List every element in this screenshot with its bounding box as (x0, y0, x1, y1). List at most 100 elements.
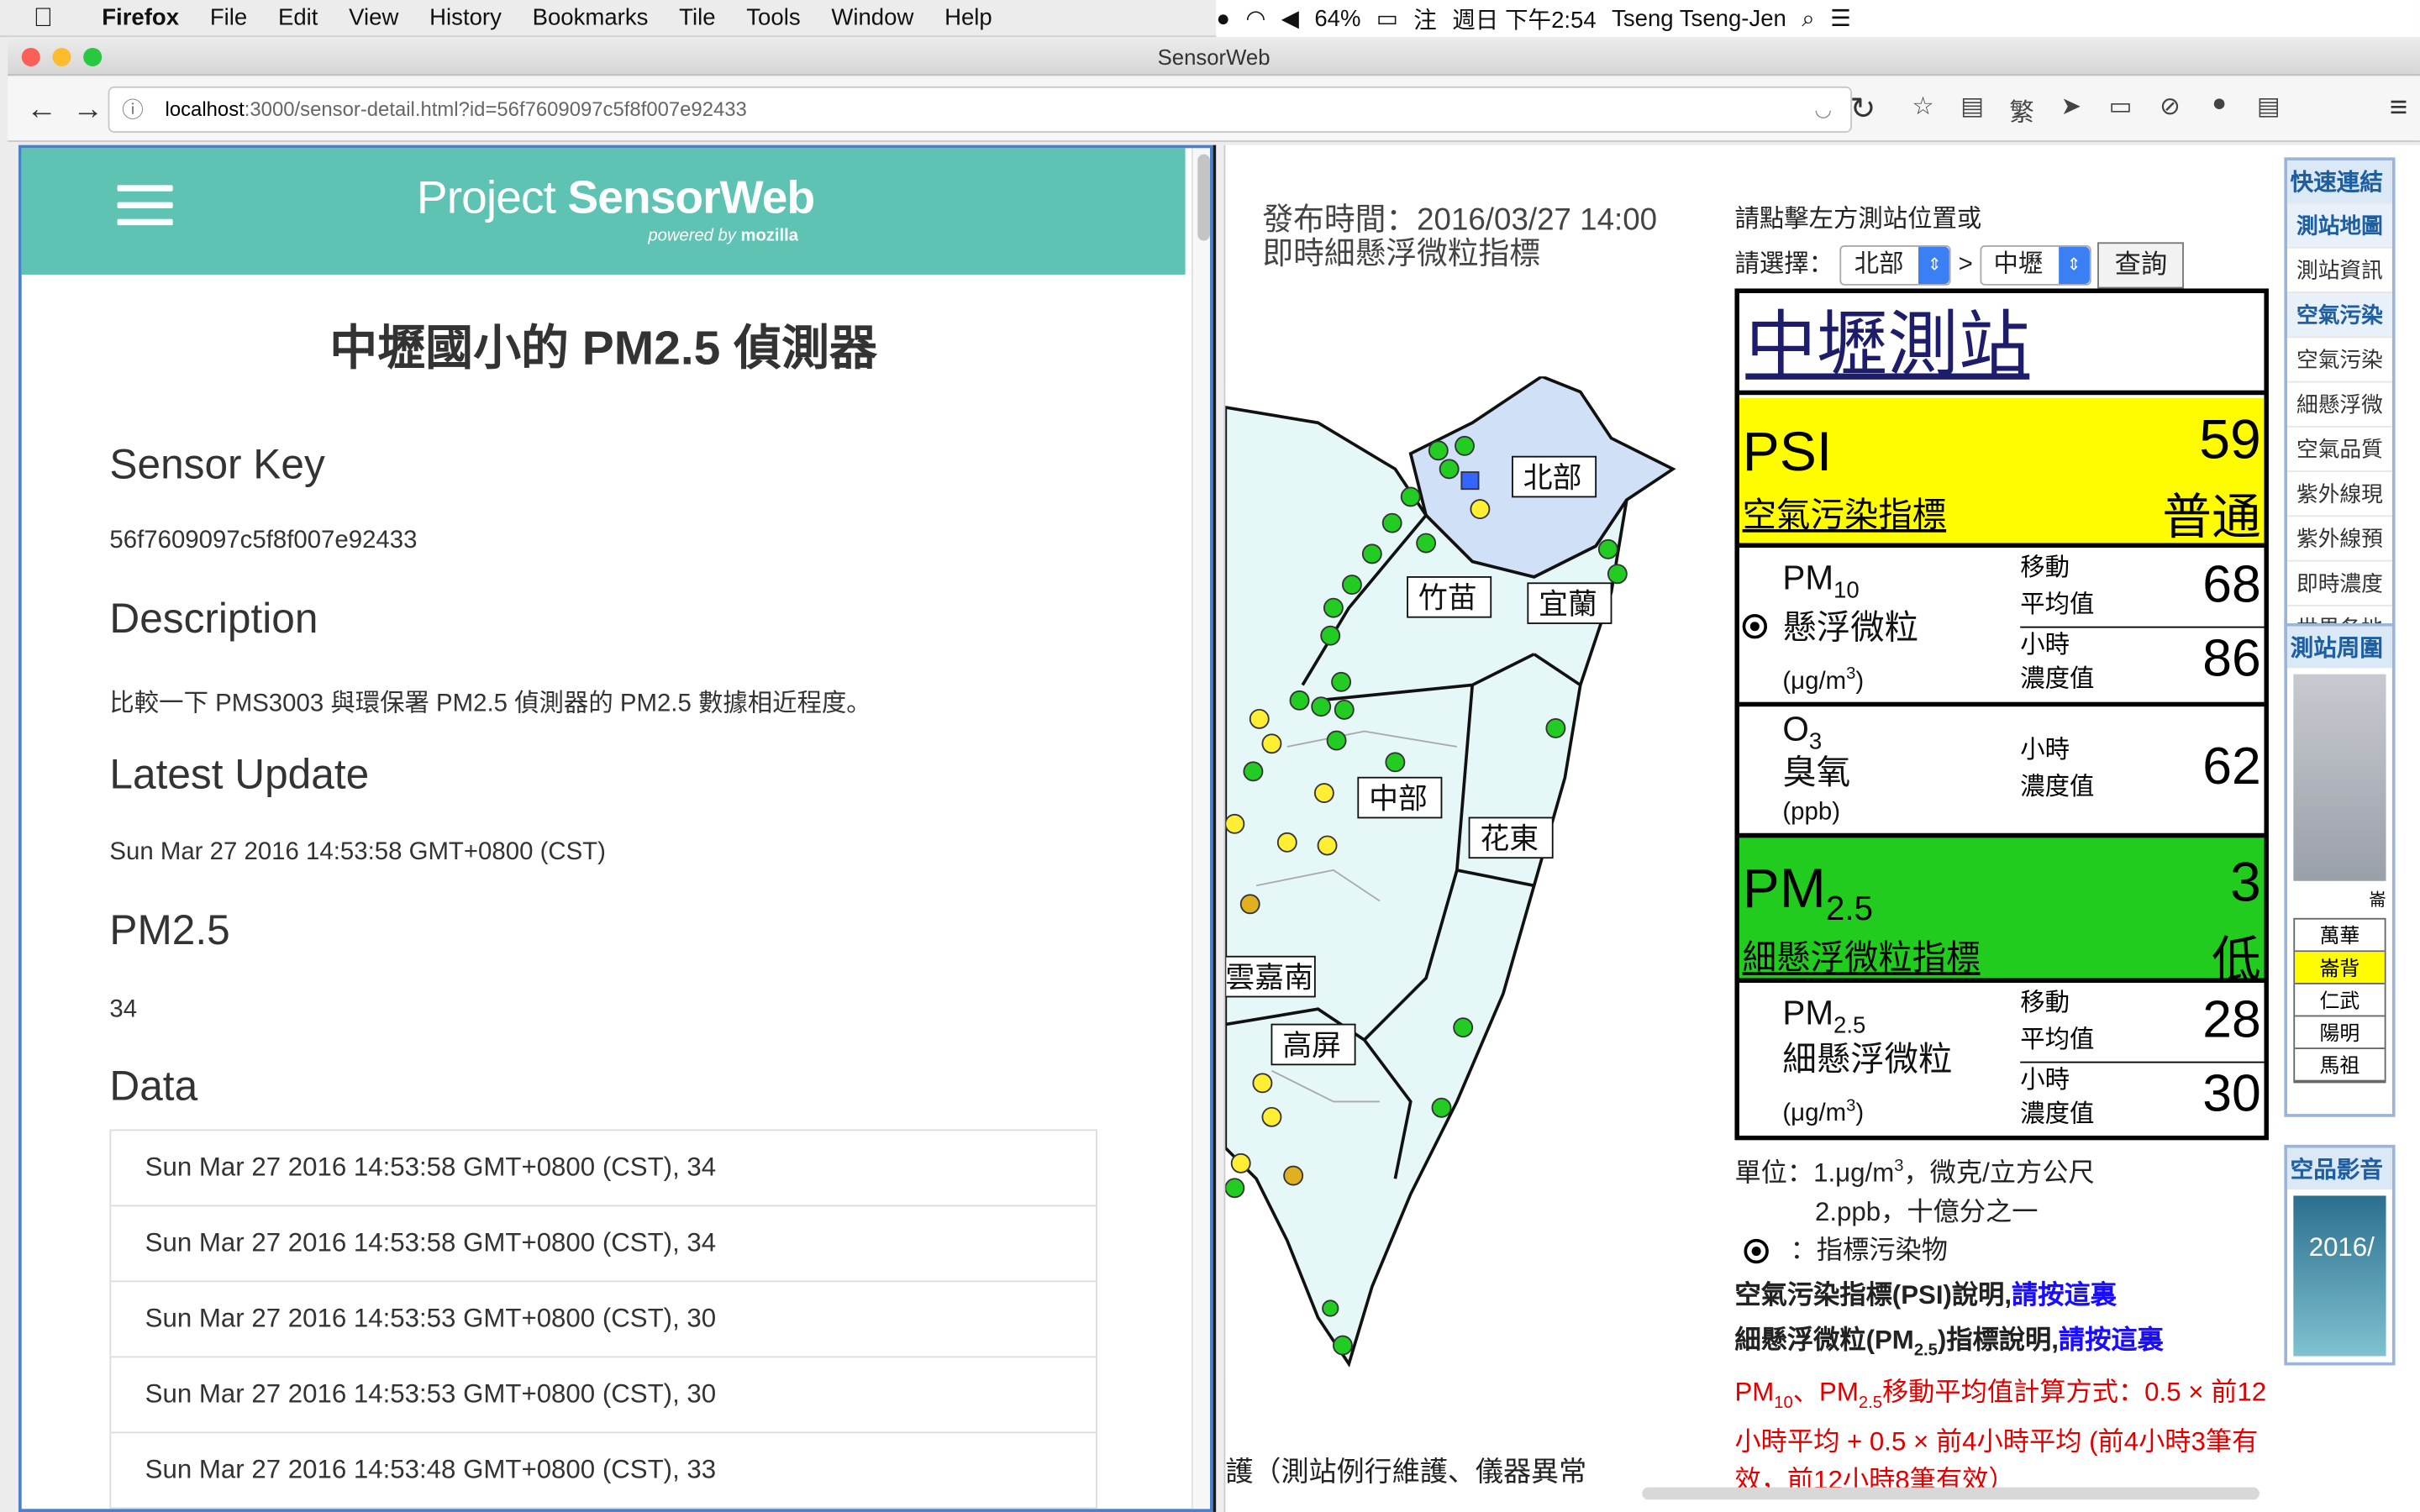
data-row[interactable]: Sun Mar 27 2016 14:53:58 GMT+0800 (CST),… (111, 1131, 1097, 1207)
o3-hour-label-1: 小時 (2020, 737, 2070, 764)
station-cell[interactable]: 萬華 (2295, 920, 2385, 953)
sidebar-item[interactable]: 空氣品質 (2286, 425, 2392, 470)
publish-subtitle: 即時細懸浮微粒指標 (1262, 237, 1541, 272)
pocket-icon[interactable]: ◡ (1814, 88, 1832, 131)
pm10-avg-value: 68 (2202, 555, 2261, 615)
back-button[interactable]: ← (24, 91, 60, 128)
forward-button[interactable]: → (70, 91, 107, 128)
translate-icon[interactable]: 繁 (2005, 91, 2039, 128)
hamburger-menu-icon[interactable] (117, 185, 173, 226)
query-button[interactable]: 查詢 (2097, 242, 2185, 289)
pm10-avg-label-2: 平均值 (2020, 592, 2095, 619)
calc-note: PM10、PM2.5移動平均值計算方式：0.5 × 前12小時平均 + 0.5 … (1734, 1378, 2267, 1496)
region-select[interactable]: 北部 ⇕ (1840, 245, 1952, 286)
browser-menu-icon[interactable]: ≡ (2390, 91, 2407, 126)
pm10-cn: 懸浮微粒 (1782, 607, 1919, 647)
camera-image[interactable] (2293, 674, 2386, 881)
menu-view[interactable]: View (334, 5, 414, 31)
volume-icon[interactable]: ◀ (1281, 5, 1299, 32)
menu-tile[interactable]: Tile (664, 5, 731, 31)
unit-line-1: 單位：1.μg/m3，微克/立方公尺 (1734, 1157, 2095, 1188)
pm25-sublabel-link[interactable]: 細懸浮微粒指標 (1743, 931, 1981, 980)
apple-icon[interactable]:  (0, 3, 87, 34)
sidebar-item[interactable]: 細懸浮微 (2286, 381, 2392, 426)
flag-icon[interactable]: ▭ (2103, 91, 2137, 128)
station-name-link[interactable]: 中壢測站 (1739, 293, 2265, 396)
bookmark-star-icon[interactable]: ☆ (1906, 91, 1939, 128)
choose-hint: 請點擊左方測站位置或 (1734, 207, 1982, 234)
spotlight-icon[interactable]: ⌕ (1802, 5, 1814, 31)
sidebar-item[interactable]: 即時濃度 (2286, 559, 2392, 605)
sidebar-link-map[interactable]: 測站地圖 (2286, 202, 2392, 247)
map-label-yilan: 宜蘭 (1539, 588, 1597, 622)
sidebar-item[interactable]: 紫外線預 (2286, 515, 2392, 559)
station-cell[interactable]: 崙背 (2295, 952, 2385, 984)
data-row[interactable]: Sun Mar 27 2016 14:53:53 GMT+0800 (CST),… (111, 1357, 1097, 1434)
video-thumbnail[interactable]: 2016/ (2293, 1195, 2386, 1357)
sidebar-item[interactable]: 紫外線現 (2286, 470, 2392, 515)
ime-indicator[interactable]: 注 (1413, 3, 1437, 35)
video-box: 空品影音 2016/ (2284, 1144, 2396, 1366)
sidebar-link-info[interactable]: 測站資訊 (2286, 246, 2392, 291)
latest-update-heading: Latest Update (109, 751, 370, 798)
chat-icon[interactable]: ● (2202, 91, 2236, 128)
powered-by: powered by mozilla (648, 226, 799, 246)
menu-history[interactable]: History (414, 5, 517, 31)
horizontal-scrollbar[interactable] (1642, 1487, 2260, 1500)
pm25-avg-label-2: 平均值 (2020, 1027, 2095, 1054)
menu-tools[interactable]: Tools (731, 5, 816, 31)
video-heading: 空品影音 (2286, 1147, 2392, 1190)
pm25-note: 細懸浮微粒(PM2.5)指標說明,請按這裏 (1734, 1325, 2164, 1360)
minimize-window-button[interactable] (52, 47, 71, 66)
station-cell[interactable]: 陽明 (2295, 1016, 2385, 1049)
url-bar[interactable]: ⓘ localhost:3000/sensor-detail.html?id=5… (108, 86, 1853, 133)
pm25b-cn: 細懸浮微粒 (1782, 1039, 1953, 1079)
reload-button[interactable]: ↻ (1844, 91, 1881, 128)
data-row[interactable]: Sun Mar 27 2016 14:53:58 GMT+0800 (CST),… (111, 1206, 1097, 1283)
station-select[interactable]: 中壢 ⇕ (1979, 245, 2091, 286)
map-label-gaoping: 高屏 (1282, 1029, 1341, 1063)
reading-list-icon[interactable]: ▤ (1955, 91, 1989, 128)
sidebar-pollution-heading[interactable]: 空氣污染 (2286, 291, 2392, 337)
left-scrollbar[interactable] (1191, 148, 1210, 1509)
wifi-icon[interactable]: ◠ (1245, 5, 1265, 32)
camera-heading: 測站周圍 (2286, 626, 2392, 669)
menu-edit[interactable]: Edit (263, 5, 334, 31)
user-name[interactable]: Tseng Tseng-Jen (1612, 5, 1786, 31)
menu-file[interactable]: File (194, 5, 262, 31)
menu-help[interactable]: Help (929, 5, 1007, 31)
psi-note-link[interactable]: 請按這裏 (2012, 1280, 2117, 1310)
battery-icon[interactable]: ▭ (1376, 5, 1398, 32)
brand-logo[interactable]: Project SensorWeb (417, 173, 815, 225)
sidebar-item[interactable]: 空氣污染 (2286, 336, 2392, 381)
info-icon[interactable]: ⓘ (122, 88, 144, 131)
psi-value: 59 (2199, 407, 2261, 471)
taiwan-map[interactable]: 北部 竹苗 宜蘭 中部 花東 雲嘉南 高屏 (1225, 376, 1689, 1380)
unit-line-2: 2.ppb，十億分之一 (1814, 1196, 2039, 1226)
close-window-button[interactable] (21, 47, 40, 66)
station-cell[interactable]: 仁武 (2295, 984, 2385, 1017)
menu-bookmarks[interactable]: Bookmarks (517, 5, 664, 31)
data-row[interactable]: Sun Mar 27 2016 14:53:53 GMT+0800 (CST),… (111, 1282, 1097, 1358)
map-label-north: 北部 (1523, 461, 1582, 495)
psi-panel: PSI 59 空氣污染指標 普通 (1739, 397, 2265, 549)
menu-app[interactable]: Firefox (87, 5, 195, 31)
battery-percent[interactable]: 64% (1314, 5, 1360, 31)
psi-sublabel-link[interactable]: 空氣污染指標 (1743, 487, 1946, 537)
clock[interactable]: 週日 下午2:54 (1452, 3, 1597, 35)
data-row[interactable]: Sun Mar 27 2016 14:53:48 GMT+0800 (CST),… (111, 1433, 1097, 1509)
description-heading: Description (109, 595, 318, 643)
notification-center-icon[interactable]: ☰ (1830, 5, 1851, 32)
pm25-detail-panel: PM2.5 細懸浮微粒 (μg/m3) 移動 平均值 28 小時 濃度值 30 (1739, 987, 2265, 1136)
right-left-scrollbar[interactable] (1216, 144, 1226, 1512)
publish-info: 發布時間：2016/03/27 14:00 即時細懸浮微粒指標 (1262, 203, 1657, 271)
sidebar-icon[interactable]: ▤ (2252, 91, 2286, 128)
pm25-note-link[interactable]: 請按這裏 (2059, 1325, 2164, 1354)
station-cell[interactable]: 馬祖 (2295, 1049, 2385, 1082)
pm25b-unit: (μg/m3) (1782, 1096, 1865, 1127)
menu-window[interactable]: Window (816, 5, 929, 31)
send-icon[interactable]: ➤ (2054, 91, 2088, 128)
status-app-icon[interactable]: ● (1216, 5, 1230, 31)
extension-icon[interactable]: ⊘ (2153, 91, 2186, 128)
zoom-window-button[interactable] (83, 47, 103, 66)
